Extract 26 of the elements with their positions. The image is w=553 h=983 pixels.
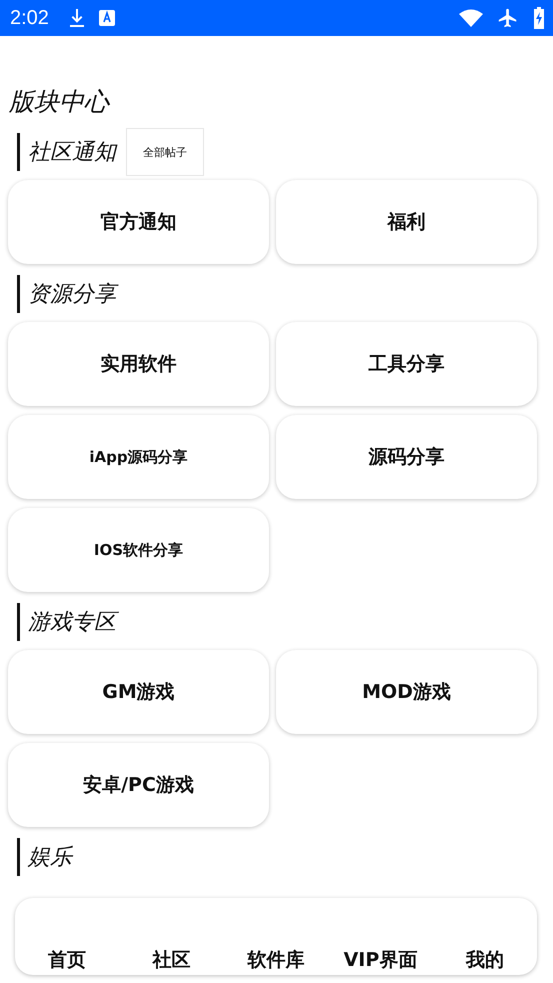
category-card[interactable]: 实用软件 — [8, 322, 269, 406]
translate-icon — [98, 10, 115, 26]
section-title: 资源分享 — [28, 279, 116, 309]
category-card[interactable]: IOS软件分享 — [8, 508, 269, 592]
battery-icon — [533, 7, 545, 29]
category-card[interactable]: GM游戏 — [8, 650, 269, 734]
section-title: 社区通知 — [28, 139, 116, 167]
category-card[interactable]: iApp源码分享 — [8, 415, 269, 499]
category-card[interactable]: 工具分享 — [276, 322, 537, 406]
nav-tab[interactable]: VIP界面 — [328, 947, 433, 975]
category-card[interactable]: MOD游戏 — [276, 650, 537, 734]
category-card[interactable]: 安卓/PC游戏 — [8, 743, 269, 827]
wifi-icon — [459, 9, 483, 27]
category-card[interactable]: 福利 — [276, 180, 537, 264]
nav-tab[interactable]: 我的 — [432, 947, 538, 975]
category-card[interactable]: 源码分享 — [276, 415, 537, 499]
category-card[interactable]: 官方通知 — [8, 180, 269, 264]
status-time: 2:02 — [10, 6, 49, 30]
section-title: 娱乐 — [28, 844, 72, 872]
airplane-icon — [497, 7, 519, 29]
nav-tab[interactable]: 首页 — [15, 947, 120, 975]
all-posts-button[interactable]: 全部帖子 — [126, 128, 204, 176]
download-icon — [68, 8, 85, 28]
page-title: 版块中心 — [9, 86, 109, 118]
nav-tab[interactable]: 软件库 — [224, 947, 328, 975]
nav-tab[interactable]: 社区 — [119, 947, 224, 975]
